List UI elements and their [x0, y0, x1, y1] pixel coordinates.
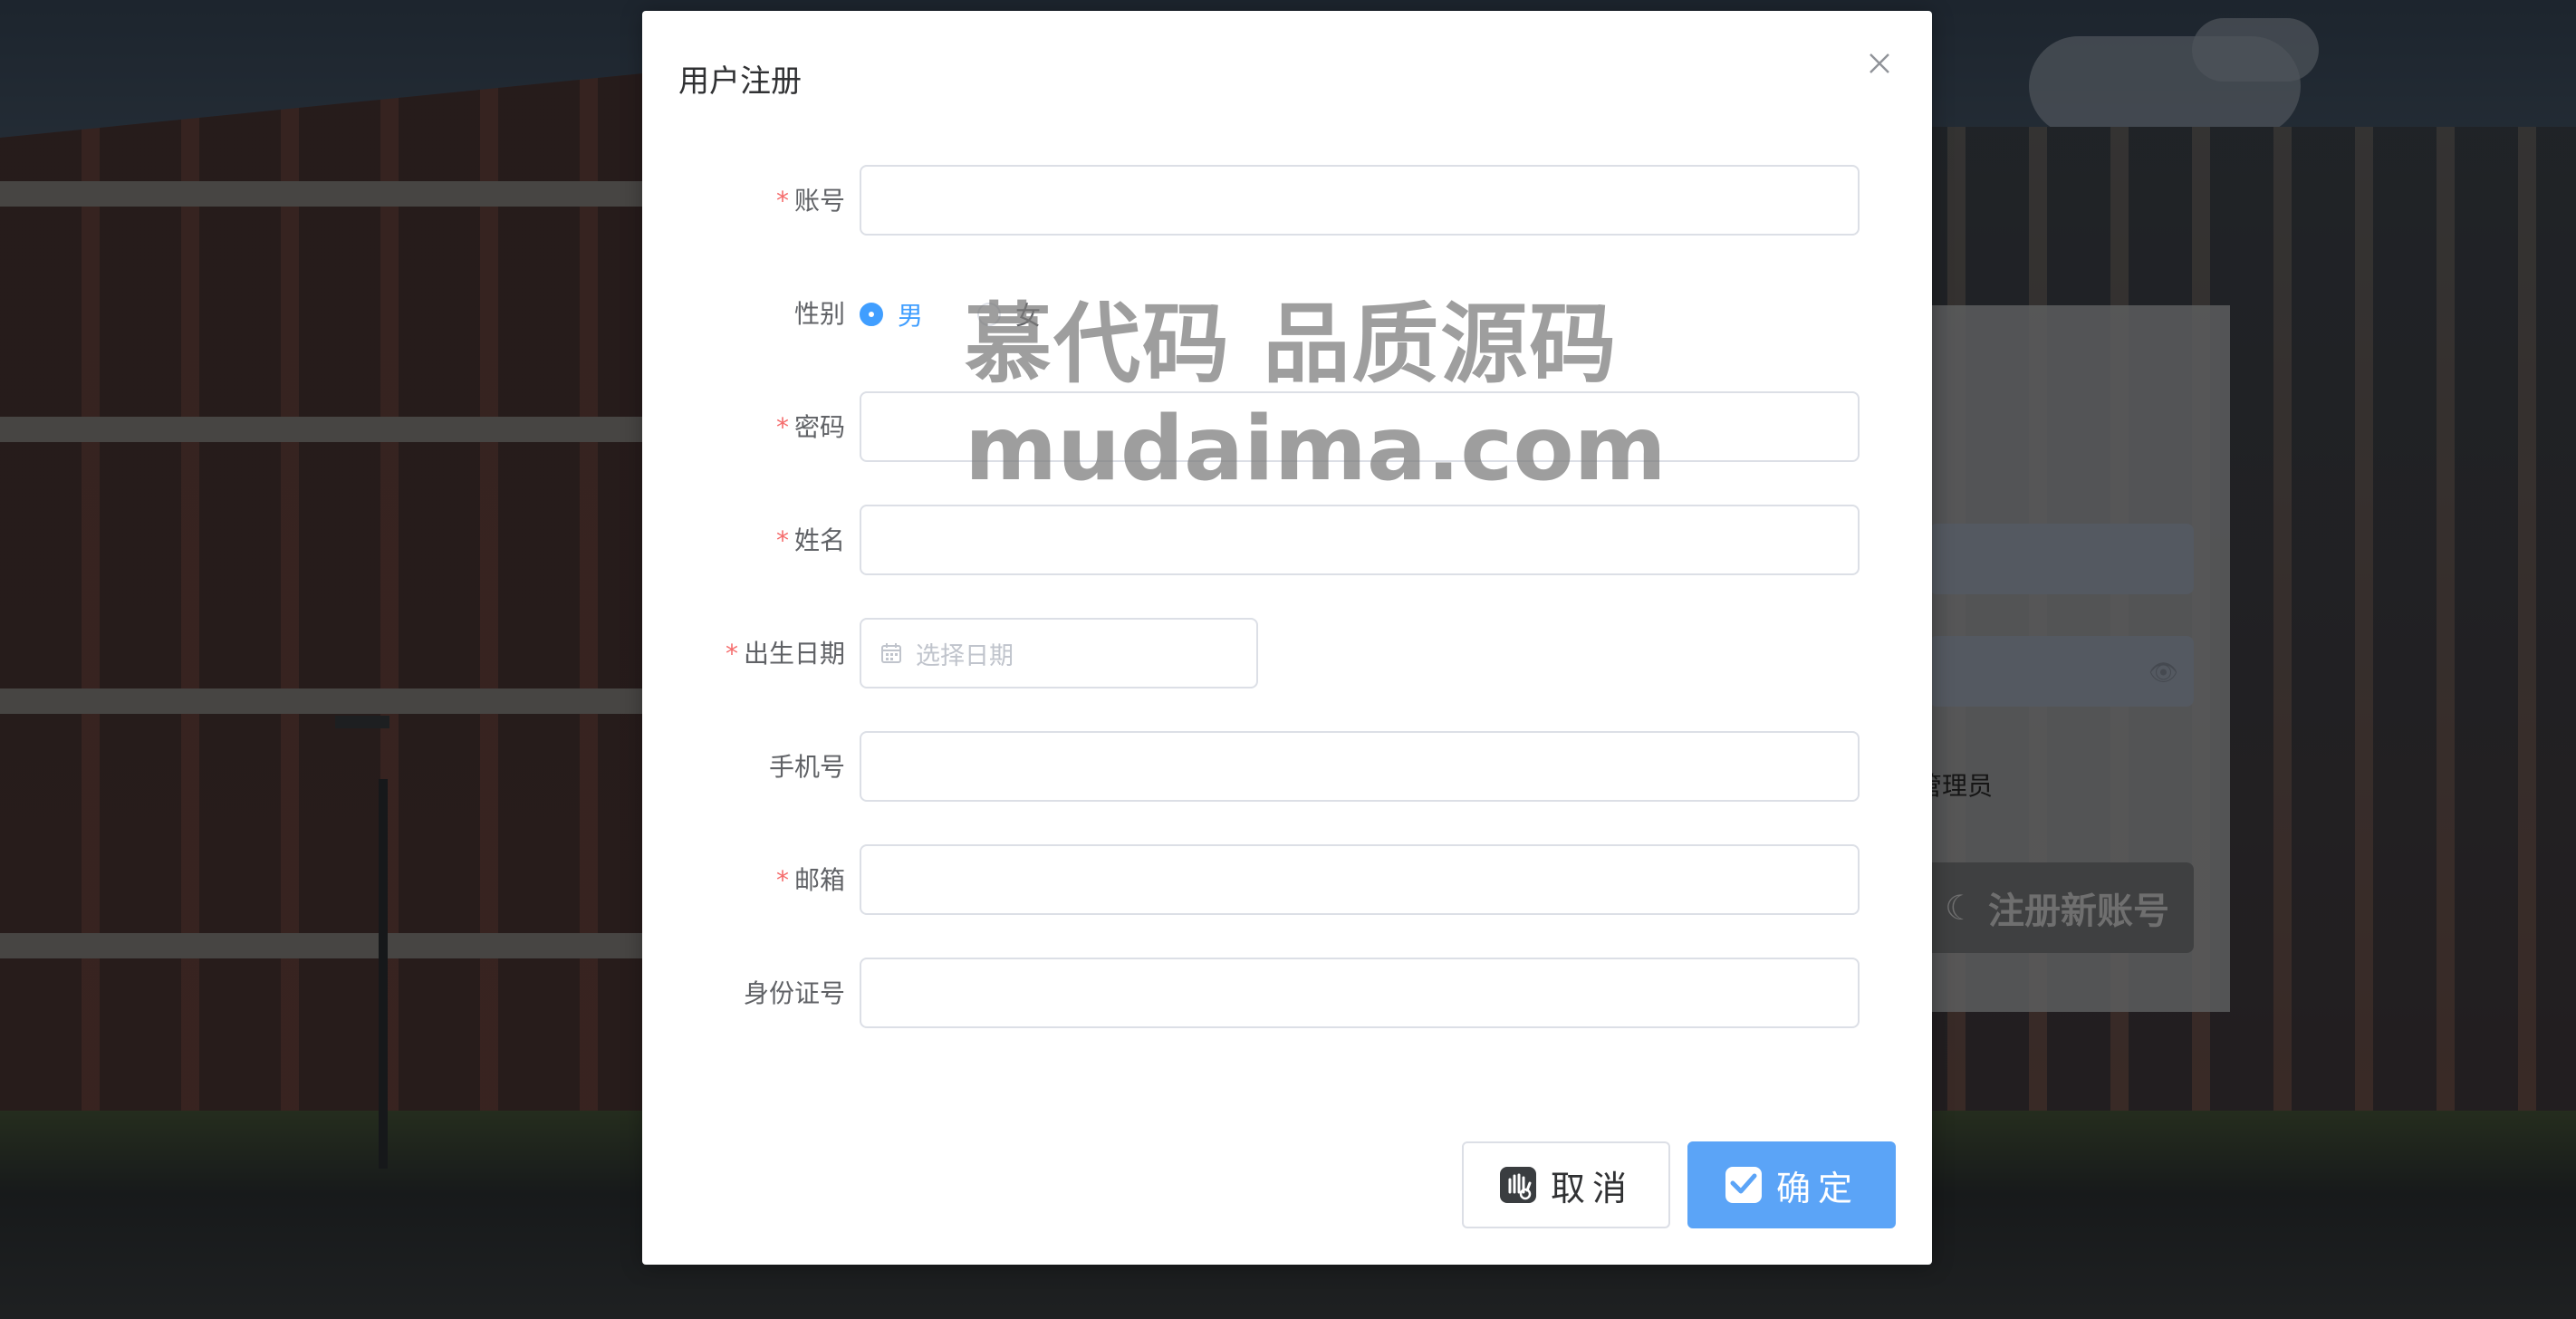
required-mark: * [775, 186, 789, 216]
idcard-label: 身份证号 [743, 978, 845, 1008]
gender-radio-female[interactable]: 女 [977, 296, 1041, 332]
gender-radio-group: 男 女 [860, 278, 1041, 351]
password-label-text: 密码 [793, 412, 845, 442]
gender-label: 性别 [793, 299, 845, 329]
confirm-button[interactable]: 确定 [1687, 1141, 1896, 1228]
dialog-title: 用户注册 [678, 63, 802, 100]
password-label: * 密码 [776, 391, 845, 464]
form-row-idcard: 身份证号 [642, 958, 1932, 1030]
account-input[interactable] [860, 165, 1860, 236]
close-icon [1868, 52, 1891, 79]
name-label: * 姓名 [776, 505, 845, 577]
page: 👁 管理员 ☾ 注册新账号 用户注册 *账号 性别 男 [0, 0, 2576, 1319]
radio-button[interactable] [860, 303, 883, 326]
email-label-text: 邮箱 [793, 865, 845, 895]
name-input[interactable] [860, 505, 1860, 575]
register-dialog: 用户注册 * 账号 性别 男 女 * 密码 * 姓名 * 出生日期 选择日期 手… [642, 11, 1932, 1265]
account-label-text: 账号 [793, 186, 845, 216]
email-label: * 邮箱 [776, 844, 845, 917]
calendar-icon [879, 641, 903, 665]
required-mark: * [775, 865, 789, 895]
form-row-birthdate: * 出生日期 选择日期 [642, 618, 1932, 690]
radio-button[interactable] [977, 303, 1002, 326]
confirm-button-label: 确定 [1775, 1168, 1860, 1208]
gender-radio-male[interactable]: 男 [860, 296, 923, 332]
birthdate-placeholder: 选择日期 [916, 641, 1014, 670]
form-row-account: * 账号 [642, 165, 1932, 237]
idcard-input[interactable] [860, 958, 1860, 1028]
required-mark: * [775, 412, 789, 442]
check-icon [1724, 1165, 1764, 1205]
form-row-password: * 密码 [642, 391, 1932, 464]
close-button[interactable] [1861, 47, 1898, 83]
form-row-phone: 手机号 [642, 731, 1932, 804]
gender-male-label: 男 [898, 301, 924, 331]
form-row-name: * 姓名 [642, 505, 1932, 577]
name-label-text: 姓名 [793, 525, 845, 555]
required-mark: * [725, 639, 738, 669]
form-row-email: * 邮箱 [642, 844, 1932, 917]
cancel-button[interactable]: 取消 [1462, 1141, 1670, 1228]
hand-icon [1498, 1165, 1538, 1205]
email-input[interactable] [860, 844, 1860, 915]
password-input[interactable] [860, 391, 1860, 462]
birthdate-label-text: 出生日期 [743, 639, 845, 669]
phone-label: 手机号 [768, 752, 845, 782]
cancel-button-label: 取消 [1550, 1168, 1634, 1208]
required-mark: * [775, 525, 789, 555]
account-label: * 账号 [776, 165, 845, 237]
birthdate-picker[interactable]: 选择日期 [860, 618, 1258, 688]
phone-input[interactable] [860, 731, 1860, 802]
form-row-gender: 性别 男 女 [642, 278, 1932, 351]
birthdate-label: * 出生日期 [726, 618, 845, 690]
gender-female-label: 女 [1015, 301, 1042, 331]
